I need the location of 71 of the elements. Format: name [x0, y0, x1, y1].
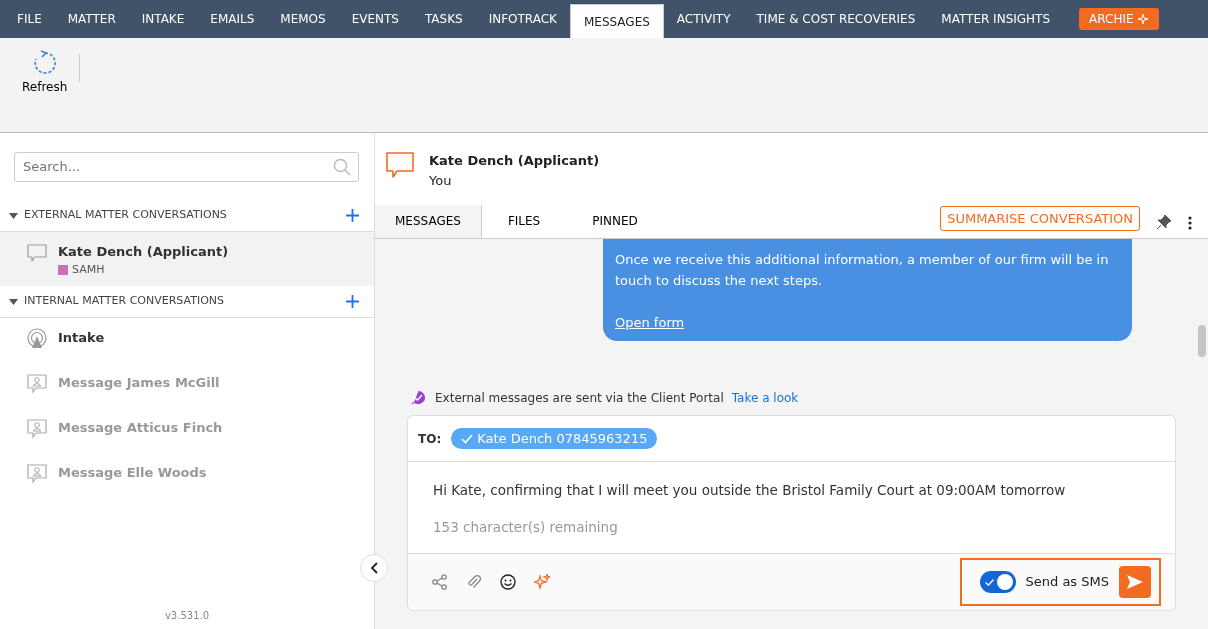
- notice-text: External messages are sent via the Client Portal: [435, 390, 724, 407]
- contact-message-icon: [26, 418, 48, 440]
- search-field[interactable]: Search...: [14, 152, 359, 182]
- conversation-name: Message Elle Woods: [58, 464, 207, 482]
- conversation-item[interactable]: Kate Dench (Applicant) SAMH: [0, 232, 374, 286]
- nav-tab[interactable]: TIME & COST RECOVERIES: [743, 4, 929, 35]
- plus-icon: [346, 295, 359, 308]
- check-icon: [461, 433, 474, 444]
- check-icon: [984, 579, 994, 586]
- more-options-button[interactable]: [1188, 216, 1192, 230]
- share-icon: [432, 574, 448, 590]
- share-button[interactable]: [432, 574, 448, 590]
- version-label: v3.531.0: [163, 609, 211, 623]
- nav-tab[interactable]: MESSAGES: [569, 4, 664, 38]
- to-label: TO:: [418, 430, 442, 448]
- contact-message-icon: [26, 463, 48, 485]
- emoji-button[interactable]: [500, 574, 516, 590]
- add-button[interactable]: [346, 209, 359, 222]
- scrollbar-thumb[interactable]: [1198, 325, 1206, 357]
- paperclip-icon: [466, 574, 482, 590]
- section-title: INTERNAL MATTER CONVERSATIONS: [24, 293, 226, 310]
- nav-tab[interactable]: MATTER: [54, 4, 129, 35]
- nav-tab[interactable]: ACTIVITY: [663, 4, 744, 35]
- search-icon: [333, 158, 351, 176]
- ai-button[interactable]: [534, 574, 550, 590]
- caret-icon[interactable]: [9, 298, 18, 305]
- nav-tab[interactable]: INTAKE: [128, 4, 198, 35]
- nav-tab[interactable]: FILE: [4, 4, 55, 35]
- conversation-tab[interactable]: FILES: [481, 205, 567, 238]
- sms-toggle[interactable]: [979, 571, 1016, 593]
- tag-label: SAMH: [72, 261, 105, 278]
- chat-check-icon: [410, 390, 427, 406]
- character-counter: 153 character(s) remaining: [433, 517, 619, 537]
- nav-tab[interactable]: INFOTRACK: [475, 4, 570, 35]
- broadcast-icon: [26, 328, 48, 350]
- conversation-title: Kate Dench (Applicant): [429, 152, 600, 170]
- send-icon: [1127, 575, 1143, 589]
- chevron-left-icon: [370, 562, 378, 574]
- take-a-look-link[interactable]: Take a look: [731, 389, 799, 407]
- section-title: EXTERNAL MATTER CONVERSATIONS: [24, 207, 228, 224]
- speech-bubble-icon: [385, 151, 415, 179]
- send-button[interactable]: [1119, 566, 1151, 598]
- sms-label: Send as SMS: [1025, 573, 1109, 592]
- nav-tab[interactable]: EMAILS: [197, 4, 268, 35]
- conversation-name: Message Atticus Finch: [58, 419, 223, 437]
- pin-icon: [1156, 214, 1172, 230]
- conversation-tab[interactable]: PINNED: [566, 205, 664, 238]
- conversation-name: Kate Dench (Applicant): [58, 243, 229, 261]
- contact-message-icon: [26, 373, 48, 395]
- attach-button[interactable]: [466, 574, 482, 590]
- refresh-icon: [31, 50, 58, 76]
- nav-tab[interactable]: EVENTS: [338, 4, 412, 35]
- add-button[interactable]: [346, 295, 359, 308]
- nav-tab[interactable]: MEMOS: [267, 4, 339, 35]
- conversation-subtitle: You: [429, 171, 453, 190]
- conversation-tab[interactable]: MESSAGES: [375, 205, 482, 238]
- speech-bubble-icon: [26, 242, 48, 264]
- pin-button[interactable]: [1156, 214, 1172, 230]
- collapse-button[interactable]: [360, 554, 388, 582]
- plus-icon: [346, 209, 359, 222]
- smiley-icon: [500, 574, 516, 590]
- sparkle-icon: [1137, 13, 1149, 25]
- conversation-name: Intake: [58, 329, 105, 347]
- conversation-name: Message James McGill: [58, 374, 220, 392]
- sparkle-icon: [534, 574, 550, 590]
- more-vertical-icon: [1188, 216, 1192, 230]
- nav-tab[interactable]: MATTER INSIGHTS: [928, 4, 1064, 35]
- nav-tab[interactable]: TASKS: [411, 4, 476, 35]
- refresh-button[interactable]: Refresh: [22, 50, 68, 96]
- message-text: Once we receive this additional information, a member of our firm will be in touch to discuss the next steps.: [615, 251, 1110, 290]
- caret-icon[interactable]: [9, 212, 18, 219]
